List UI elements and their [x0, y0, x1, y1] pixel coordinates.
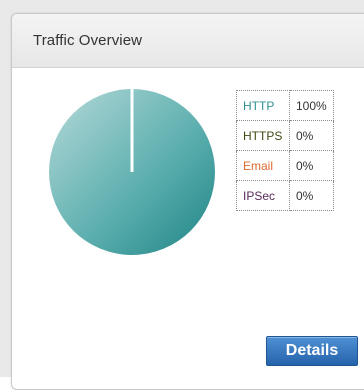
legend-row-https: HTTPS 0% [236, 120, 334, 151]
legend-label-email: Email [236, 150, 290, 181]
traffic-overview-panel: Traffic Overview HTTP 100% HTTPS 0% Emai… [11, 13, 364, 390]
legend-label-http: HTTP [236, 90, 290, 121]
legend-label-https: HTTPS [236, 120, 290, 151]
legend-row-ipsec: IPSec 0% [236, 180, 334, 211]
details-button[interactable]: Details [266, 336, 358, 366]
legend-value-https: 0% [289, 120, 334, 151]
traffic-legend-table: HTTP 100% HTTPS 0% Email 0% IPSec 0% [236, 90, 334, 211]
panel-title: Traffic Overview [33, 32, 143, 49]
legend-label-ipsec: IPSec [236, 180, 290, 211]
panel-header: Traffic Overview [12, 14, 364, 68]
legend-value-ipsec: 0% [289, 180, 334, 211]
legend-row-email: Email 0% [236, 150, 334, 181]
legend-value-email: 0% [289, 150, 334, 181]
traffic-pie-chart [48, 87, 216, 257]
legend-row-http: HTTP 100% [236, 90, 334, 121]
legend-value-http: 100% [289, 90, 334, 121]
pie-chart-svg [49, 89, 215, 255]
